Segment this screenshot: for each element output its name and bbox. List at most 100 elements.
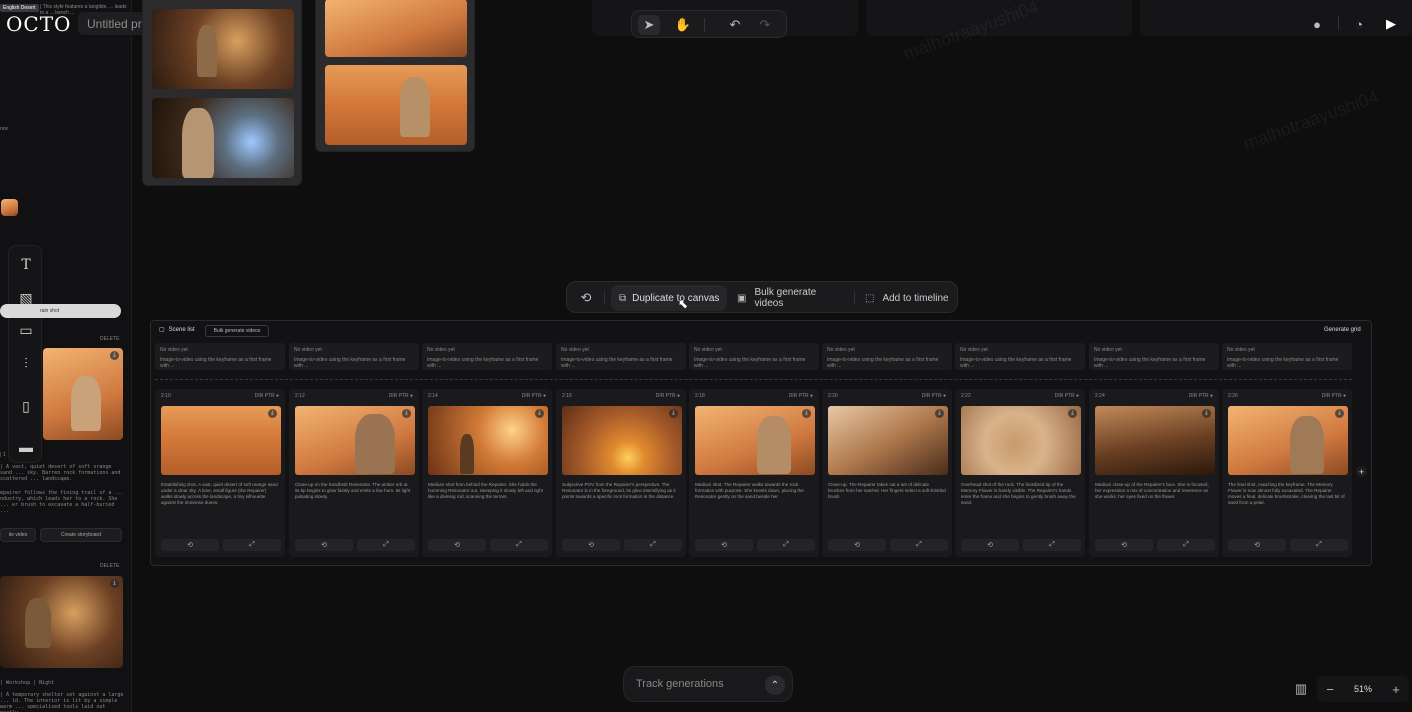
storyboard-tool-icon[interactable]: ▯	[15, 395, 37, 417]
regenerate-button[interactable]: ⟲	[161, 539, 219, 551]
create-video-button[interactable]: ite video	[0, 528, 36, 542]
track-generations-pill[interactable]: Track generations ⌃	[623, 666, 793, 702]
scene-tag-2: | Workshop | Night	[0, 680, 55, 686]
map-icon[interactable]: ▥	[1293, 681, 1309, 697]
bulk-generate-videos-button[interactable]: Bulk generate videos	[205, 325, 269, 337]
regenerate-button[interactable]: ⟲	[1228, 539, 1286, 551]
video-slot[interactable]: No video yet Image-to-video using the key…	[289, 343, 419, 370]
edit-button[interactable]: ⤢	[1157, 539, 1215, 551]
scene-description: Close-up. The Repairer takes out a set o…	[828, 482, 946, 499]
download-icon[interactable]: ⤓	[110, 579, 119, 588]
scene-keyframe[interactable]: ⤓	[1095, 406, 1215, 475]
download-icon[interactable]: ⤓	[935, 409, 944, 418]
scene-card[interactable]: 2:24 DIR PTR ● ⤓ Medium close-up of the R…	[1089, 389, 1219, 557]
add-to-timeline-button[interactable]: ⬚ Add to timeline	[863, 285, 953, 311]
scene-card[interactable]: 2:22 DIR PTR ● ⤓ Overhead shot of the roc…	[955, 389, 1085, 557]
scene-card[interactable]: 2:10 DIR PTR ● ⤓ Establishing shot. A vas…	[155, 389, 285, 557]
video-slot[interactable]: No video yet Image-to-video using the key…	[422, 343, 552, 370]
duplicate-to-canvas-button[interactable]: ⧉ Duplicate to canvas	[611, 285, 727, 311]
scene-card[interactable]: 2:12 DIR PTR ● ⤓ Close-up on the handheld…	[289, 389, 419, 557]
scene-keyframe[interactable]: ⤓	[695, 406, 815, 475]
reference-thumbnail[interactable]	[1, 199, 18, 216]
download-icon[interactable]: ⤓	[1335, 409, 1344, 418]
train-shot-pill[interactable]: rain shot	[0, 304, 121, 318]
scene-card[interactable]: 2:14 DIR PTR ● ⤓ Medium shot from behind …	[422, 389, 552, 557]
scene-keyframe[interactable]: ⤓	[161, 406, 281, 475]
zoom-in-button[interactable]: +	[1389, 681, 1403, 697]
scene-keyframe[interactable]: ⤓	[828, 406, 948, 475]
create-storyboard-button[interactable]: Create storyboard	[40, 528, 122, 542]
video-slot[interactable]: No video yet Image-to-video using the key…	[556, 343, 686, 370]
bulk-generate-button[interactable]: ▣ Bulk generate videos	[735, 285, 847, 311]
redo-icon[interactable]: ↷	[754, 15, 776, 35]
chevron-up-icon[interactable]: ⌃	[765, 675, 785, 695]
hand-tool-icon[interactable]: ✋	[672, 15, 694, 35]
delete-button-2[interactable]: DELETE	[100, 563, 119, 569]
scene-card[interactable]: 2:18 DIR PTR ● ⤓ Medium shot. The Repaire…	[689, 389, 819, 557]
regenerate-button[interactable]: ⟲	[562, 539, 620, 551]
scene-keyframe[interactable]: ⤓	[562, 406, 682, 475]
edit-button[interactable]: ⤢	[890, 539, 948, 551]
edit-button[interactable]: ⤢	[223, 539, 281, 551]
scene-keyframe[interactable]: ⤓	[961, 406, 1081, 475]
workshop-thumbnail[interactable]: ⤓	[0, 576, 123, 668]
regenerate-button[interactable]: ⟲	[961, 539, 1019, 551]
zoom-out-button[interactable]: −	[1323, 681, 1337, 697]
video-slot[interactable]: No video yet Image-to-video using the key…	[822, 343, 952, 370]
text-tool-icon[interactable]: T	[15, 254, 37, 276]
download-icon[interactable]: ⤓	[402, 409, 411, 418]
regenerate-button[interactable]: ⟲	[695, 539, 753, 551]
select-tool-icon[interactable]: ➤	[638, 15, 660, 35]
video-slot[interactable]: No video yet Image-to-video using the key…	[155, 343, 285, 370]
canvas-image[interactable]	[325, 0, 467, 57]
download-icon[interactable]: ⤓	[1068, 409, 1077, 418]
edit-button[interactable]: ⤢	[1023, 539, 1081, 551]
audio-tool-icon[interactable]: ⫶	[15, 352, 37, 374]
download-icon[interactable]: ⤓	[802, 409, 811, 418]
regenerate-button[interactable]: ⟲	[828, 539, 886, 551]
video-slot[interactable]: No video yet Image-to-video using the key…	[955, 343, 1085, 370]
canvas-group-1[interactable]	[142, 0, 302, 186]
edit-button[interactable]: ⤢	[490, 539, 548, 551]
canvas-image[interactable]	[325, 65, 467, 145]
download-icon[interactable]: ⤓	[1202, 409, 1211, 418]
canvas-image[interactable]	[152, 98, 294, 178]
video-slot[interactable]: No video yet Image-to-video using the key…	[1089, 343, 1219, 370]
video-slot[interactable]: No video yet Image-to-video using the key…	[689, 343, 819, 370]
chat-icon[interactable]: ●	[1307, 14, 1327, 34]
edit-button[interactable]: ⤢	[357, 539, 415, 551]
regenerate-button[interactable]: ⟲	[295, 539, 353, 551]
play-icon[interactable]: ▶	[1381, 14, 1401, 34]
undo-icon[interactable]: ↶	[724, 15, 746, 35]
edit-button[interactable]: ⤢	[1290, 539, 1348, 551]
edit-button[interactable]: ⤢	[757, 539, 815, 551]
download-icon[interactable]: ⤓	[669, 409, 678, 418]
scene-thumbnail[interactable]: ⤓	[43, 348, 123, 440]
scene-card[interactable]: 2:20 DIR PTR ● ⤓ Close-up. The Repairer t…	[822, 389, 952, 557]
video-slot[interactable]: No video yet Image-to-video using the key…	[1222, 343, 1352, 370]
regenerate-button[interactable]: ⟲	[428, 539, 486, 551]
app-logo[interactable]: OCTO	[6, 12, 71, 36]
zoom-control: − 51% +	[1317, 676, 1409, 702]
scene-keyframe[interactable]: ⤓	[428, 406, 548, 475]
download-icon[interactable]: ⤓	[110, 351, 119, 360]
canvas-group-2[interactable]	[315, 0, 475, 152]
scene-card[interactable]: 2:16 DIR PTR ● ⤓ Subjective POV from the …	[556, 389, 686, 557]
scene-keyframe[interactable]: ⤓	[295, 406, 415, 475]
edit-button[interactable]: ⤢	[624, 539, 682, 551]
video-tool-icon[interactable]: ▭	[15, 319, 37, 341]
regenerate-button[interactable]: ⟲	[1095, 539, 1153, 551]
add-scene-icon[interactable]: +	[1356, 466, 1367, 477]
history-icon[interactable]: ◔	[1349, 14, 1369, 34]
scene-card[interactable]: 2:26 DIR PTR ● ⤓ The final shot, matching…	[1222, 389, 1352, 557]
download-icon[interactable]: ⤓	[535, 409, 544, 418]
media-tool-icon[interactable]: ▬	[15, 436, 37, 458]
download-icon[interactable]: ⤓	[268, 409, 277, 418]
scene-keyframe[interactable]: ⤓	[1228, 406, 1348, 475]
canvas-toolbar: ➤ ✋ ↶ ↷	[631, 10, 787, 38]
delete-button[interactable]: DELETE	[100, 336, 119, 342]
canvas-image[interactable]	[152, 9, 294, 89]
generate-grid-button[interactable]: Generate grid	[1324, 327, 1361, 333]
scene-list-title: Scene list	[168, 326, 195, 333]
refresh-icon[interactable]: ⟲	[577, 289, 595, 307]
